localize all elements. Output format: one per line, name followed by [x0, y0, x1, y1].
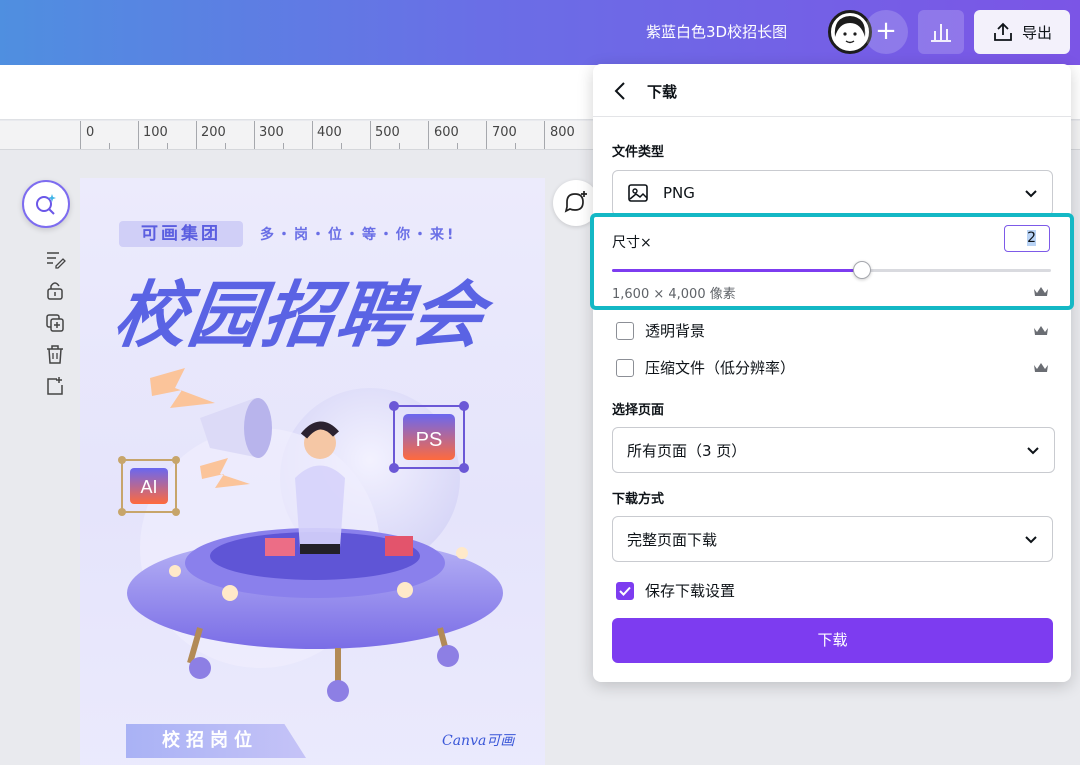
transparent-bg-option[interactable]: 透明背景 — [616, 320, 705, 341]
ps-badge-label: PS — [416, 429, 443, 451]
select-pages-label: 选择页面 — [612, 403, 665, 418]
ai-badge-label: AI — [140, 477, 157, 497]
ruler-major-tick — [312, 121, 313, 149]
poster-section-tab: 校招岗位 — [126, 724, 306, 758]
size-slider[interactable] — [612, 261, 1051, 279]
download-button[interactable]: 下载 — [612, 618, 1053, 663]
select-pages-value: 所有页面（3 页） — [627, 441, 747, 460]
trash-icon[interactable] — [44, 343, 66, 365]
size-multiplier-value: 2 — [1027, 230, 1036, 246]
magic-edit-button[interactable] — [22, 180, 70, 228]
compress-label: 压缩文件（低分辨率） — [645, 359, 796, 377]
crown-icon — [1034, 363, 1048, 372]
poster-brand-logo: Canva可画 — [442, 733, 515, 749]
download-method-value: 完整页面下载 — [627, 530, 718, 549]
compress-checkbox[interactable] — [616, 358, 634, 377]
chevron-down-icon — [1025, 190, 1037, 198]
ruler-major-tick — [254, 121, 255, 149]
ruler-tick-label: 600 — [434, 125, 459, 140]
ruler-minor-tick — [167, 143, 168, 149]
ruler-tick-label: 300 — [259, 125, 284, 140]
add-collaborator-button[interactable]: + — [864, 10, 908, 54]
chevron-down-icon — [1027, 447, 1039, 455]
compress-option[interactable]: 压缩文件（低分辨率） — [616, 357, 795, 378]
file-type-select[interactable]: PNG — [612, 170, 1053, 216]
file-type-label: 文件类型 — [612, 145, 665, 160]
select-pages-dropdown[interactable]: 所有页面（3 页） — [612, 427, 1055, 473]
ruler-major-tick — [370, 121, 371, 149]
ruler-tick-label: 0 — [86, 125, 95, 140]
duplicate-icon[interactable] — [44, 312, 66, 334]
poster-headline: 校园招聘会 — [109, 273, 492, 357]
ruler-tick-label: 200 — [201, 125, 226, 140]
transparent-bg-label: 透明背景 — [645, 322, 706, 340]
ruler-major-tick — [80, 121, 81, 149]
add-page-icon[interactable] — [44, 375, 66, 397]
ruler-minor-tick — [515, 143, 516, 149]
poster-company-badge: 可画集团 — [119, 221, 243, 247]
back-arrow-icon[interactable] — [611, 80, 631, 102]
save-settings-checkbox[interactable] — [616, 581, 634, 600]
ruler-tick-label: 500 — [375, 125, 400, 140]
crown-icon — [1034, 326, 1048, 335]
ruler-minor-tick — [457, 143, 458, 149]
ruler-major-tick — [196, 121, 197, 149]
download-panel: 下载 文件类型 PNG 尺寸× 2 1,600 × 4,000 像素 透明背景 … — [590, 64, 1074, 682]
document-title[interactable]: 紫蓝白色3D校招长图 — [646, 21, 787, 42]
ruler-minor-tick — [283, 143, 284, 149]
size-label: 尺寸× — [612, 235, 652, 251]
chevron-down-icon — [1025, 536, 1037, 544]
ruler-major-tick — [428, 121, 429, 149]
ruler-minor-tick — [399, 143, 400, 149]
ruler-minor-tick — [225, 143, 226, 149]
size-multiplier-input[interactable]: 2 — [1004, 225, 1050, 252]
size-slider-fill — [612, 269, 863, 272]
poster-slogan: 多・岗・位・等・你・来! — [260, 227, 457, 243]
transparent-bg-checkbox[interactable] — [616, 321, 634, 340]
download-method-label: 下载方式 — [612, 492, 665, 507]
lock-icon[interactable] — [44, 279, 66, 301]
download-method-dropdown[interactable]: 完整页面下载 — [612, 516, 1053, 562]
save-settings-option[interactable]: 保存下载设置 — [616, 580, 735, 601]
panel-title: 下载 — [647, 83, 678, 101]
ruler-tick-label: 700 — [492, 125, 517, 140]
save-settings-label: 保存下载设置 — [645, 582, 736, 600]
ruler-minor-tick — [109, 143, 110, 149]
export-button-label: 导出 — [1021, 23, 1052, 42]
ruler-tick-label: 400 — [317, 125, 342, 140]
image-icon — [628, 184, 648, 202]
ruler-major-tick — [486, 121, 487, 149]
bar-chart-icon — [931, 24, 951, 42]
file-type-value: PNG — [663, 184, 695, 202]
ruler-major-tick — [544, 121, 545, 149]
poster-3d-illustration: AI PS — [118, 368, 503, 702]
crown-icon — [1034, 287, 1048, 296]
size-dimensions: 1,600 × 4,000 像素 — [612, 287, 736, 302]
ruler-major-tick — [138, 121, 139, 149]
edit-text-icon[interactable] — [44, 248, 66, 270]
panel-header: 下载 — [593, 64, 1071, 117]
top-bar: 紫蓝白色3D校招长图 + 导出 — [0, 0, 1080, 65]
export-button[interactable]: 导出 — [974, 10, 1070, 54]
magic-search-icon — [36, 194, 56, 215]
upload-icon — [994, 22, 1012, 41]
ruler-tick-label: 800 — [550, 125, 575, 140]
design-page[interactable]: 可画集团 多・岗・位・等・你・来! 校园招聘会 AI PS 校招岗位 Canva… — [80, 178, 545, 765]
checkmark-icon — [619, 586, 631, 596]
insights-button[interactable] — [918, 10, 964, 54]
ruler-minor-tick — [341, 143, 342, 149]
ruler-tick-label: 100 — [143, 125, 168, 140]
